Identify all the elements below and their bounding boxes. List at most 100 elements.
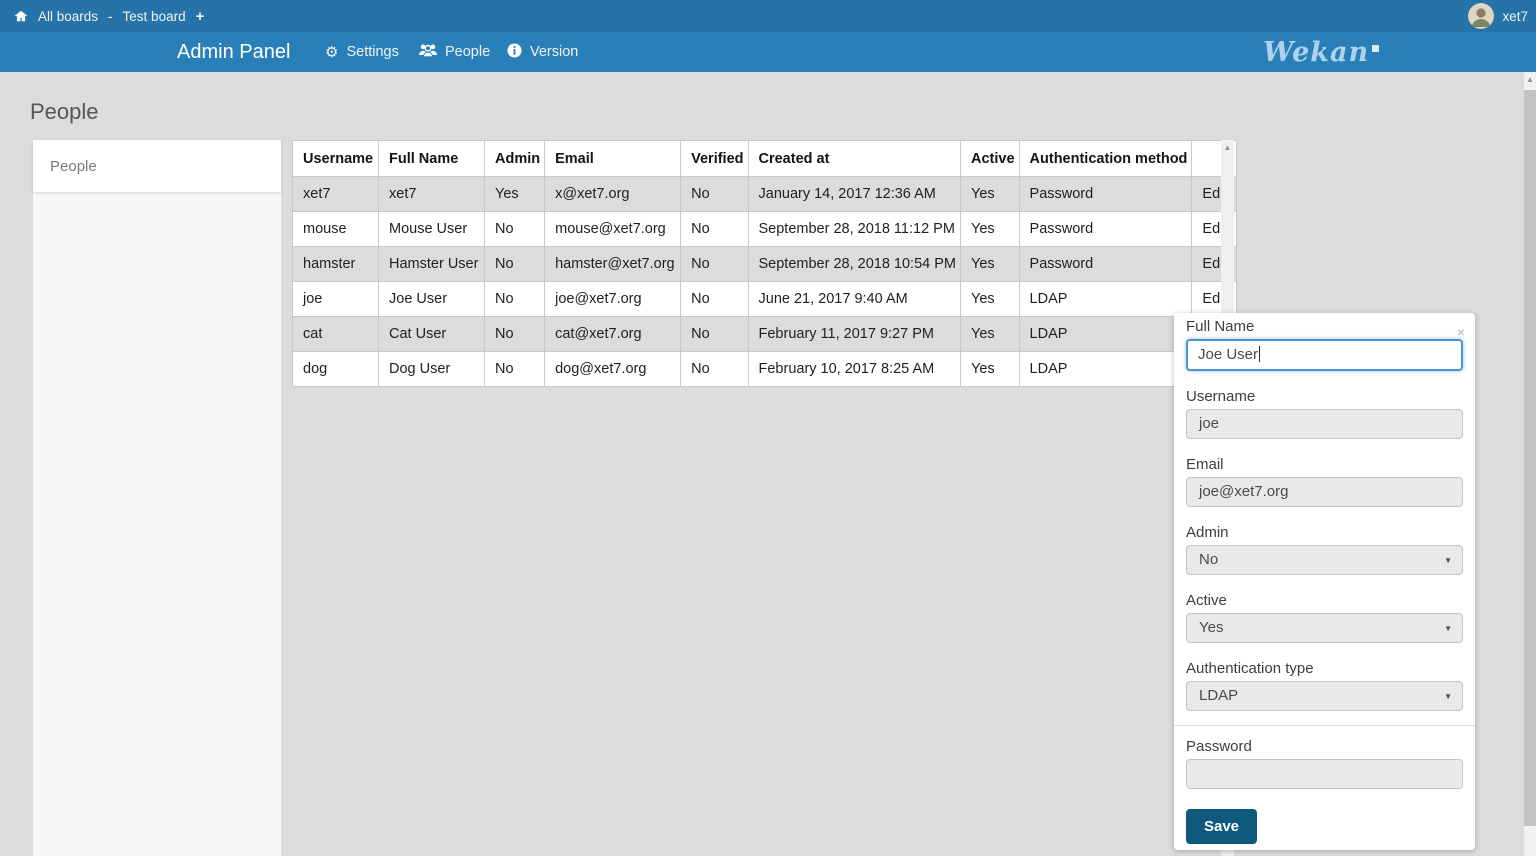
admin-select-value: No [1199, 551, 1218, 568]
scroll-up-icon[interactable]: ▲ [1524, 72, 1536, 88]
breadcrumb-separator: - [108, 9, 113, 24]
cell-email: joe@xet7.org [545, 282, 681, 317]
cell-active: Yes [961, 282, 1020, 317]
cell-email: cat@xet7.org [545, 317, 681, 352]
table-row: dog Dog User No dog@xet7.org No February… [293, 352, 1237, 387]
table-row: xet7 xet7 Yes x@xet7.org No January 14, … [293, 177, 1237, 212]
col-header-auth-method: Authentication method [1019, 141, 1192, 177]
cell-active: Yes [961, 212, 1020, 247]
tab-settings[interactable]: ⚙ Settings [325, 32, 399, 72]
col-header-full-name: Full Name [379, 141, 485, 177]
user-avatar[interactable] [1468, 3, 1494, 29]
all-boards-link[interactable]: All boards [38, 9, 98, 24]
cell-admin: No [485, 352, 545, 387]
cell-admin: No [485, 247, 545, 282]
breadcrumb: All boards - Test board + [14, 8, 204, 25]
page-title: People [30, 99, 99, 125]
info-icon [507, 43, 522, 62]
cell-auth-method: LDAP [1019, 282, 1192, 317]
cell-admin: No [485, 212, 545, 247]
cell-username: xet7 [293, 177, 379, 212]
table-row: hamster Hamster User No hamster@xet7.org… [293, 247, 1237, 282]
full-name-value: Joe User [1198, 346, 1258, 363]
cell-verified: No [681, 247, 748, 282]
cell-username: mouse [293, 212, 379, 247]
cell-active: Yes [961, 177, 1020, 212]
password-input[interactable] [1186, 759, 1463, 789]
active-select[interactable]: Yes ▼ [1186, 613, 1463, 643]
sidebar-item-people[interactable]: People [33, 140, 281, 192]
cell-auth-method: Password [1019, 247, 1192, 282]
table-header-row: Username Full Name Admin Email Verified … [293, 141, 1237, 177]
scroll-up-icon[interactable]: ▲ [1221, 140, 1234, 156]
username-input: joe [1186, 409, 1463, 439]
cell-email: x@xet7.org [545, 177, 681, 212]
cell-verified: No [681, 352, 748, 387]
sidebar-item-people-label: People [50, 158, 97, 175]
cell-full-name: xet7 [379, 177, 485, 212]
board-name-link[interactable]: Test board [123, 9, 186, 24]
cell-full-name: Hamster User [379, 247, 485, 282]
cell-email: mouse@xet7.org [545, 212, 681, 247]
cell-username: dog [293, 352, 379, 387]
cell-full-name: Joe User [379, 282, 485, 317]
close-icon[interactable]: × [1457, 325, 1465, 339]
chevron-down-icon: ▼ [1444, 682, 1452, 712]
auth-type-label: Authentication type [1186, 660, 1463, 678]
full-name-label: Full Name [1186, 318, 1463, 336]
cell-created-at: February 10, 2017 8:25 AM [748, 352, 961, 387]
user-name-label: xet7 [1502, 9, 1528, 24]
wekan-admin-app: All boards - Test board + xet7 Admin Pan… [0, 0, 1536, 856]
cell-username: hamster [293, 247, 379, 282]
col-header-admin: Admin [485, 141, 545, 177]
table-row: cat Cat User No cat@xet7.org No February… [293, 317, 1237, 352]
people-table: Username Full Name Admin Email Verified … [292, 140, 1237, 387]
col-header-username: Username [293, 141, 379, 177]
cell-full-name: Mouse User [379, 212, 485, 247]
home-icon[interactable] [14, 9, 28, 23]
cell-auth-method: LDAP [1019, 317, 1192, 352]
chevron-down-icon: ▼ [1444, 546, 1452, 576]
cell-email: hamster@xet7.org [545, 247, 681, 282]
cell-verified: No [681, 177, 748, 212]
page-scrollbar[interactable]: ▲ [1524, 72, 1536, 856]
cell-admin: Yes [485, 177, 545, 212]
admin-label: Admin [1186, 524, 1463, 542]
cell-auth-method: Password [1019, 177, 1192, 212]
cell-created-at: June 21, 2017 9:40 AM [748, 282, 961, 317]
tab-people[interactable]: People [419, 32, 490, 72]
scrollbar-thumb[interactable] [1524, 90, 1536, 826]
cell-active: Yes [961, 247, 1020, 282]
cell-admin: No [485, 282, 545, 317]
auth-type-select-value: LDAP [1199, 687, 1238, 704]
text-cursor [1259, 346, 1260, 362]
save-button[interactable]: Save [1186, 809, 1257, 844]
email-label: Email [1186, 456, 1463, 474]
people-icon [419, 43, 437, 61]
cell-verified: No [681, 282, 748, 317]
cell-auth-method: Password [1019, 212, 1192, 247]
wekan-logo: Wekan [1263, 32, 1379, 72]
cell-created-at: February 11, 2017 9:27 PM [748, 317, 961, 352]
table-row: joe Joe User No joe@xet7.org No June 21,… [293, 282, 1237, 317]
cell-created-at: September 28, 2018 10:54 PM [748, 247, 961, 282]
col-header-created-at: Created at [748, 141, 961, 177]
add-board-icon[interactable]: + [196, 8, 205, 25]
username-value: joe [1199, 415, 1219, 432]
wekan-logo-text: Wekan [1263, 38, 1369, 68]
auth-type-select[interactable]: LDAP ▼ [1186, 681, 1463, 711]
tab-version[interactable]: Version [507, 32, 578, 72]
board-header-bar: All boards - Test board + xet7 [0, 0, 1536, 32]
user-menu[interactable]: xet7 [1468, 3, 1530, 29]
admin-select[interactable]: No ▼ [1186, 545, 1463, 575]
panel-divider [1174, 725, 1475, 726]
tab-settings-label: Settings [346, 44, 398, 60]
password-label: Password [1186, 738, 1463, 756]
email-input: joe@xet7.org [1186, 477, 1463, 507]
tab-people-label: People [445, 44, 490, 60]
full-name-input[interactable]: Joe User [1186, 339, 1463, 371]
wekan-logo-square [1372, 45, 1379, 52]
admin-sidebar: People [33, 140, 281, 856]
admin-nav-bar: Admin Panel ⚙ Settings People [0, 32, 1536, 72]
cell-verified: No [681, 317, 748, 352]
